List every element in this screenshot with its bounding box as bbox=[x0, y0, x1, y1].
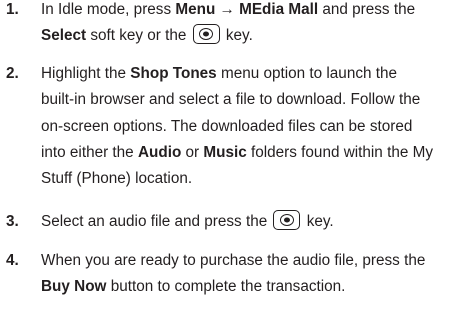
media-mall-term: MEdia Mall bbox=[239, 1, 319, 18]
step-text-line: Stuff (Phone) location. bbox=[41, 170, 193, 188]
step-number: 3. bbox=[6, 213, 19, 230]
step-3: 3. Select an audio file and press the ke… bbox=[0, 209, 472, 235]
select-term: Select bbox=[41, 27, 87, 45]
step-text-line: In Idle mode, press Menu → MEdia Mall an… bbox=[41, 1, 416, 18]
step-text-line: When you are ready to purchase the audio… bbox=[41, 252, 426, 269]
step-number: 4. bbox=[6, 252, 19, 269]
step-text-line: on-screen options. The downloaded files … bbox=[41, 117, 413, 135]
select-key-icon bbox=[273, 209, 301, 230]
step-text-line: Select an audio file and press the key. bbox=[41, 209, 472, 235]
step-number: 2. bbox=[6, 65, 19, 82]
step-text-line: into either the Audio or Music folders f… bbox=[41, 143, 433, 161]
audio-term: Audio bbox=[137, 143, 182, 161]
buy-now-term: Buy Now bbox=[41, 278, 107, 296]
step-text-line: Buy Now button to complete the transacti… bbox=[41, 278, 346, 296]
music-term: Music bbox=[203, 143, 247, 161]
step-2: 2. Highlight the Shop Tones menu option … bbox=[0, 61, 472, 192]
step-4: 4. When you are ready to purchase the au… bbox=[0, 248, 472, 301]
step-text-line: built-in browser and select a file to do… bbox=[41, 91, 421, 109]
shop-tones-term: Shop Tones bbox=[130, 65, 217, 82]
menu-term: Menu bbox=[175, 1, 216, 18]
select-key-icon bbox=[192, 24, 220, 45]
step-number: 1. bbox=[6, 1, 19, 18]
step-text-line: Select soft key or the key. bbox=[41, 23, 472, 49]
step-1: 1. In Idle mode, press Menu → MEdia Mall… bbox=[0, 0, 472, 50]
arrow-icon: → bbox=[219, 1, 235, 18]
step-text-line: Highlight the Shop Tones menu option to … bbox=[41, 65, 397, 82]
